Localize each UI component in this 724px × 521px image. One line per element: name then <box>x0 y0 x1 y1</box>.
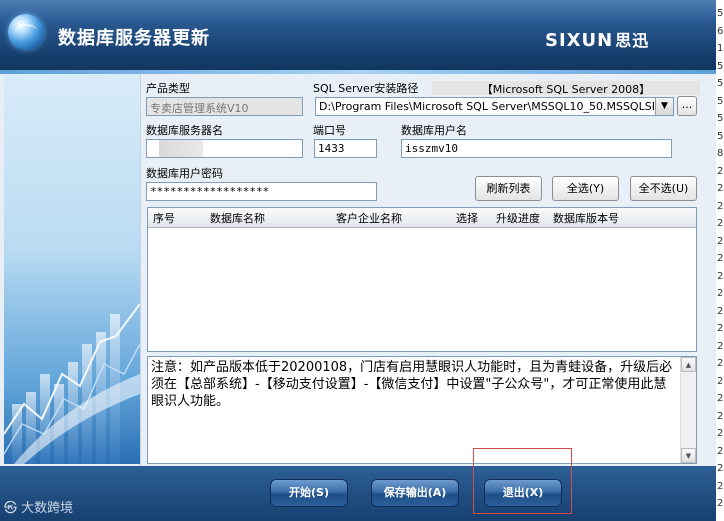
highlight-box <box>473 448 572 514</box>
trend-chart-art <box>4 303 140 464</box>
edge-char: 2 <box>717 235 724 247</box>
edge-char: 2 <box>717 480 724 492</box>
column-header-db-name[interactable]: 数据库名称 <box>210 210 265 226</box>
column-header-select[interactable]: 选择 <box>456 210 478 226</box>
chevron-down-icon[interactable]: ▼ <box>655 98 673 115</box>
product-type-field: 专卖店管理系统V10 <box>146 97 303 116</box>
sql-path-value: D:\Program Files\Microsoft SQL Server\MS… <box>319 100 654 113</box>
brand-cn: 思迅 <box>615 31 650 50</box>
app-window: 数据库服务器更新 SIXUN 思迅 产品类型 专卖店管理系统V10 SQL Se… <box>0 0 716 521</box>
select-all-button[interactable]: 全选(Y) <box>552 176 619 201</box>
title-bar: 数据库服务器更新 SIXUN 思迅 <box>0 0 716 70</box>
column-header-progress[interactable]: 升级进度 <box>496 210 540 226</box>
column-header-version[interactable]: 数据库版本号 <box>553 210 619 226</box>
edge-char: 1 <box>717 43 724 54</box>
watermark-text: 大数跨境 <box>21 501 74 516</box>
edge-char: 2 <box>717 270 724 282</box>
decorative-chart-banner <box>4 74 140 464</box>
db-server-input[interactable] <box>146 139 303 158</box>
column-header-index[interactable]: 序号 <box>153 210 175 226</box>
start-button[interactable]: 开始(S) <box>270 479 348 507</box>
edge-char: 5 <box>717 8 724 19</box>
db-user-label: 数据库用户名 <box>401 124 467 137</box>
browse-button[interactable]: ... <box>677 96 697 116</box>
edge-char: 2 <box>717 428 724 439</box>
edge-char: 5 <box>717 95 724 107</box>
edge-char: 2 <box>717 288 724 299</box>
edge-char: 2 <box>717 410 724 422</box>
edge-char: 8 <box>717 148 724 159</box>
edge-char: 6 <box>717 25 724 37</box>
deselect-all-button[interactable]: 全不选(U) <box>630 176 697 201</box>
sql-version-text: 【Microsoft SQL Server 2008】 <box>432 81 700 96</box>
sql-path-dropdown[interactable]: D:\Program Files\Microsoft SQL Server\MS… <box>315 97 674 116</box>
column-header-customer[interactable]: 客户企业名称 <box>336 210 402 226</box>
notice-text: 注意：如产品版本低于20200108，门店有启用慧眼识人功能时，且为青蛙设备，升… <box>151 360 673 409</box>
edge-char: 2 <box>717 463 724 474</box>
port-input[interactable]: 1433 <box>314 139 377 158</box>
product-type-label: 产品类型 <box>146 82 190 95</box>
edge-char: 2 <box>717 183 724 194</box>
edge-char: 2 <box>717 323 724 334</box>
edge-char: 5 <box>717 60 724 72</box>
edge-char: 2 <box>717 445 724 457</box>
background-edge: 5 6 1 5 5 5 5 5 8 2 2 2 2 2 2 2 2 2 2 2 2 2 2 2 2 2 2 2 2 <box>716 0 724 521</box>
globe-icon <box>8 14 44 50</box>
database-table[interactable]: 序号 数据库名称 客户企业名称 选择 升级进度 数据库版本号 <box>147 207 697 352</box>
port-label: 端口号 <box>313 124 346 137</box>
db-password-input[interactable]: ****************** <box>146 182 377 201</box>
brand-latin: SIXUN <box>545 30 614 51</box>
table-header: 序号 数据库名称 客户企业名称 选择 升级进度 数据库版本号 <box>148 208 696 228</box>
edge-char: 2 <box>717 165 724 177</box>
scroll-up-icon[interactable]: ▲ <box>681 357 696 372</box>
sql-path-label: SQL Server安装路径 <box>313 82 419 95</box>
edge-char: 2 <box>717 305 724 317</box>
edge-char: 5 <box>717 113 724 124</box>
db-user-input[interactable]: isszmv10 <box>401 139 672 158</box>
save-output-button[interactable]: 保存输出(A) <box>371 479 459 507</box>
edge-char: 2 <box>717 253 724 264</box>
brand-logo: SIXUN 思迅 <box>545 27 649 51</box>
watermark-logo-icon: ㉿ <box>4 501 18 516</box>
scroll-down-icon[interactable]: ▼ <box>681 448 696 463</box>
edge-char: 5 <box>717 130 724 142</box>
edge-char: 2 <box>717 200 724 212</box>
notice-textarea[interactable]: 注意：如产品版本低于20200108，门店有启用慧眼识人功能时，且为青蛙设备，升… <box>147 356 697 464</box>
edge-char: 2 <box>717 375 724 387</box>
db-server-label: 数据库服务器名 <box>146 124 223 137</box>
edge-char: 2 <box>717 358 724 369</box>
edge-char: 2 <box>717 340 724 352</box>
edge-char: 2 <box>717 218 724 229</box>
watermark: ㉿ 大数跨境 <box>4 497 73 516</box>
edge-char: 2 <box>717 498 724 509</box>
window-title: 数据库服务器更新 <box>58 28 210 49</box>
db-password-label: 数据库用户密码 <box>146 167 223 180</box>
refresh-list-button[interactable]: 刷新列表 <box>475 176 542 201</box>
edge-char: 5 <box>717 78 724 89</box>
footer-bar <box>0 466 716 521</box>
notice-scrollbar[interactable]: ▲ ▼ <box>680 357 696 463</box>
edge-char: 2 <box>717 393 724 404</box>
